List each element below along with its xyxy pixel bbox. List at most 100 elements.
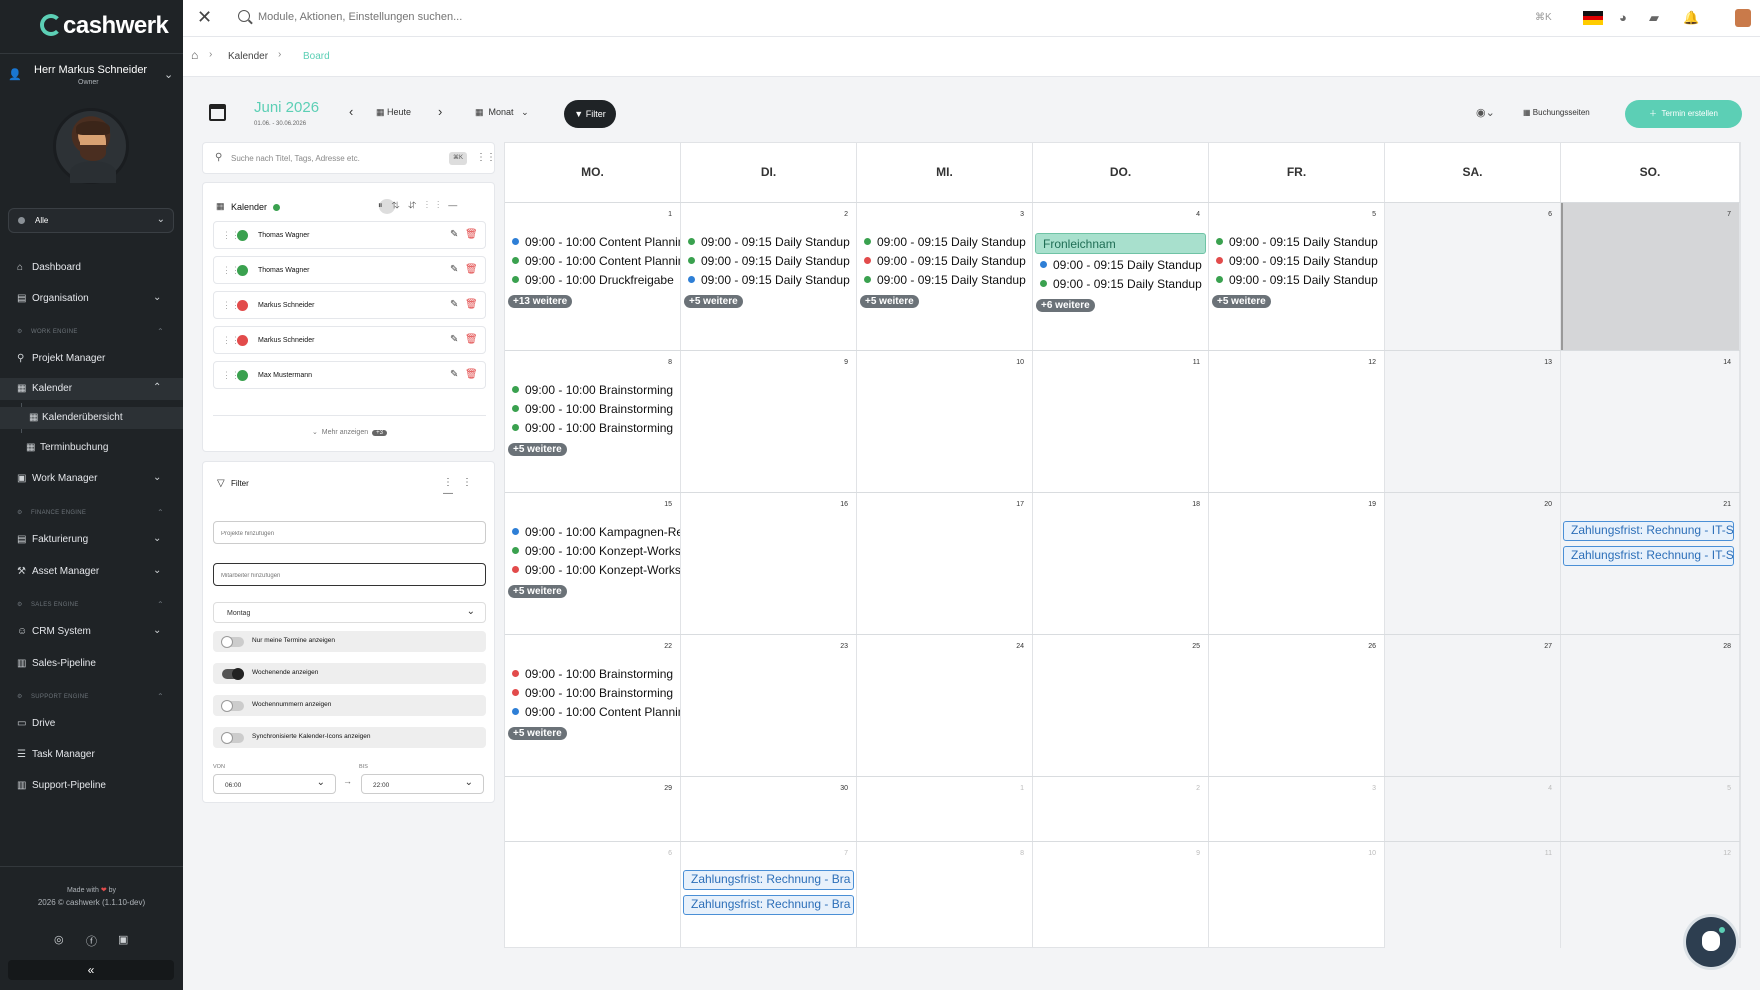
global-search-input[interactable] xyxy=(258,11,658,23)
day-cell[interactable]: 21 Zahlungsfrist: Rechnung - IT-S Zahlungs… xyxy=(1561,493,1740,634)
day-cell[interactable]: 8 xyxy=(857,842,1033,948)
calendar-list-item[interactable]: ⋮⋮ Thomas Wagner ✎ 🗑 xyxy=(213,256,486,284)
day-cell[interactable]: 18 xyxy=(1033,493,1209,634)
projects-input[interactable] xyxy=(213,521,486,545)
nav-kalender[interactable]: ▦ Kalender ⌃ xyxy=(0,378,183,400)
day-cell[interactable]: 17 xyxy=(857,493,1033,634)
grip-icon[interactable]: ⋮⋮ xyxy=(476,152,496,163)
calendar-event[interactable]: 09:00 - 09:15 Daily Standup xyxy=(864,254,1026,268)
calendar-event[interactable]: 09:00 - 10:00 Content Planning xyxy=(512,235,680,249)
calendar-event[interactable]: 09:00 - 09:15 Daily Standup xyxy=(1216,235,1378,249)
payment-deadline-event[interactable]: Zahlungsfrist: Rechnung - Bra xyxy=(683,870,854,890)
calendar-list-item[interactable]: ⋮⋮ Markus Schneider ✎ 🗑 xyxy=(213,326,486,354)
day-cell[interactable]: 26 xyxy=(1209,635,1385,776)
day-cell[interactable]: 12 xyxy=(1209,351,1385,492)
week-start-select[interactable]: Montag ⌄ xyxy=(213,602,486,623)
chevron-down-icon[interactable]: ⌄ xyxy=(164,68,173,81)
day-cell[interactable]: 4 Fronleichnam 09:00 - 09:15 Daily Standup… xyxy=(1033,203,1209,350)
panel-tools[interactable]: ⋮⋮— xyxy=(443,477,494,499)
collapse-sidebar-button[interactable]: « xyxy=(8,960,174,980)
payment-deadline-event[interactable]: Zahlungsfrist: Rechnung - IT-S xyxy=(1563,521,1734,541)
panel-tools[interactable]: ⏸⇅⇵⋮⋮— xyxy=(378,200,466,211)
nav-crm-system[interactable]: ☺ CRM System ⌄ xyxy=(0,621,183,643)
calendar-event[interactable]: 09:00 - 10:00 Druckfreigabe xyxy=(512,273,674,287)
breadcrumb-kalender[interactable]: Kalender xyxy=(228,51,268,62)
nav-sales-pipeline[interactable]: ▥ Sales-Pipeline xyxy=(0,653,183,675)
avatar[interactable] xyxy=(53,108,129,184)
nav-drive[interactable]: ▭ Drive xyxy=(0,713,183,735)
assistant-button[interactable] xyxy=(1686,917,1736,967)
more-events-badge[interactable]: +5 weitere xyxy=(860,295,919,308)
day-cell[interactable]: 9 xyxy=(681,351,857,492)
calendar-event[interactable]: 09:00 - 09:15 Daily Standup xyxy=(688,235,850,249)
day-cell[interactable]: 24 xyxy=(857,635,1033,776)
calendar-event[interactable]: 09:00 - 10:00 Brainstorming xyxy=(512,383,673,397)
day-cell[interactable]: 10 xyxy=(857,351,1033,492)
section-sales-engine[interactable]: ⚙ SALES ENGINE ⌃ xyxy=(0,599,183,613)
close-icon[interactable]: ✕ xyxy=(197,7,212,28)
nav-kalenderuebersicht[interactable]: ▦ Kalenderübersicht xyxy=(0,407,183,429)
calendar-event[interactable]: 09:00 - 10:00 Kampagnen-Review xyxy=(512,525,680,539)
section-work-engine[interactable]: ⚙ WORK ENGINE ⌃ xyxy=(0,326,183,340)
day-cell[interactable]: 1 xyxy=(857,777,1033,841)
trash-icon[interactable]: 🗑 xyxy=(465,334,478,345)
day-cell[interactable]: 27 xyxy=(1385,635,1561,776)
toggle-switch[interactable] xyxy=(221,732,244,744)
nav-terminbuchung[interactable]: ▦ Terminbuchung xyxy=(0,437,183,459)
calendar-event[interactable]: 09:00 - 10:00 Brainstorming xyxy=(512,667,673,681)
from-time-select[interactable]: 06:00 ⌄ xyxy=(213,774,336,794)
day-cell[interactable]: 13 xyxy=(1385,351,1561,492)
employees-input[interactable] xyxy=(213,563,486,587)
trash-icon[interactable]: 🗑 xyxy=(465,229,478,240)
booking-pages-button[interactable]: ▦ Buchungsseiten xyxy=(1523,108,1590,117)
day-cell[interactable]: 6 xyxy=(505,842,681,948)
day-cell[interactable]: 6 xyxy=(1385,203,1561,350)
day-cell[interactable]: 19 xyxy=(1209,493,1385,634)
day-cell[interactable]: 2 xyxy=(1033,777,1209,841)
section-finance-engine[interactable]: ⚙ FINANCE ENGINE ⌃ xyxy=(0,507,183,521)
filter-toggle[interactable]: Nur meine Termine anzeigen xyxy=(213,631,486,652)
day-cell[interactable]: 3 09:00 - 09:15 Daily Standup 09:00 - 09:1… xyxy=(857,203,1033,350)
day-cell[interactable]: 2 09:00 - 09:15 Daily Standup 09:00 - 09:1… xyxy=(681,203,857,350)
day-cell[interactable]: 30 xyxy=(681,777,857,841)
brand-logo[interactable]: cashwerk xyxy=(40,12,169,40)
palette-icon[interactable]: ◕ xyxy=(1619,10,1627,25)
day-cell[interactable]: 10 xyxy=(1209,842,1385,948)
day-cell[interactable]: 8 09:00 - 10:00 Brainstorming 09:00 - 10:0… xyxy=(505,351,681,492)
day-cell[interactable]: 5 09:00 - 09:15 Daily Standup 09:00 - 09:1… xyxy=(1209,203,1385,350)
calendar-event[interactable]: 09:00 - 10:00 Konzept-Workshop xyxy=(512,544,680,558)
calendar-search[interactable]: ⚲ Suche nach Titel, Tags, Adresse etc. ⌘… xyxy=(202,142,496,174)
eye-off-icon[interactable]: ◉⌄ xyxy=(1476,106,1495,119)
calendar-event[interactable]: 09:00 - 09:15 Daily Standup xyxy=(688,254,850,268)
calendar-event[interactable]: 09:00 - 09:15 Daily Standup xyxy=(688,273,850,287)
payment-deadline-event[interactable]: Zahlungsfrist: Rechnung - IT-S xyxy=(1563,546,1734,566)
day-cell[interactable]: 23 xyxy=(681,635,857,776)
more-events-badge[interactable]: +5 weitere xyxy=(508,443,567,456)
toggle-switch[interactable] xyxy=(222,668,244,680)
calendar-event[interactable]: 09:00 - 09:15 Daily Standup xyxy=(864,235,1026,249)
nav-dashboard[interactable]: ⌂ Dashboard xyxy=(0,257,183,279)
nav-work-manager[interactable]: ▣ Work Manager ⌄ xyxy=(0,468,183,490)
day-cell[interactable]: 5 xyxy=(1561,777,1740,841)
calendar-event[interactable]: 09:00 - 10:00 Konzept-Workshop xyxy=(512,563,680,577)
create-event-button[interactable]: ＋ Termin erstellen xyxy=(1625,100,1742,128)
day-cell[interactable]: 28 xyxy=(1561,635,1740,776)
more-events-badge[interactable]: +5 weitere xyxy=(684,295,743,308)
trash-icon[interactable]: 🗑 xyxy=(465,369,478,380)
projects-field[interactable] xyxy=(214,523,485,545)
calendar-event[interactable]: 09:00 - 10:00 Brainstorming xyxy=(512,421,673,435)
day-cell[interactable]: 25 xyxy=(1033,635,1209,776)
day-cell[interactable]: 20 xyxy=(1385,493,1561,634)
toggle-switch[interactable] xyxy=(221,700,244,712)
calendar-event[interactable]: 09:00 - 09:15 Daily Standup xyxy=(1216,273,1378,287)
nav-organisation[interactable]: ▤ Organisation ⌄ xyxy=(0,288,183,310)
today-button[interactable]: ▦ Heute xyxy=(376,107,411,118)
calendar-event[interactable]: 09:00 - 09:15 Daily Standup xyxy=(1040,258,1202,272)
calendar-event[interactable]: 09:00 - 10:00 Brainstorming xyxy=(512,686,673,700)
nav-support-pipeline[interactable]: ▥ Support-Pipeline xyxy=(0,775,183,797)
day-cell[interactable]: 9 xyxy=(1033,842,1209,948)
nav-fakturierung[interactable]: ▤ Fakturierung ⌄ xyxy=(0,529,183,551)
nav-task-manager[interactable]: ☰ Task Manager xyxy=(0,744,183,766)
prev-month-button[interactable]: ‹ xyxy=(349,104,353,119)
calendar-event[interactable]: 09:00 - 09:15 Daily Standup xyxy=(864,273,1026,287)
